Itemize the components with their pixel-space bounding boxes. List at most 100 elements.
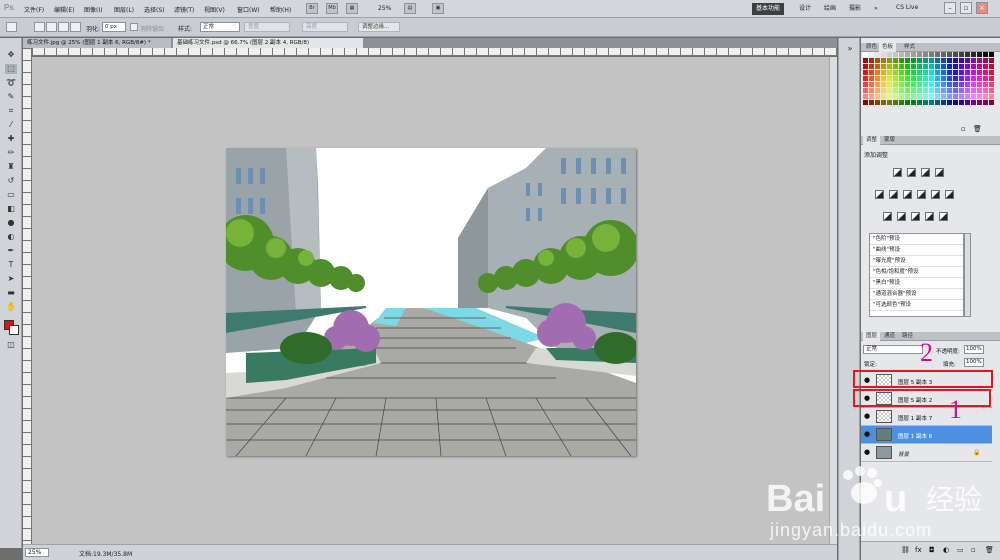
color-swatch[interactable] [917, 64, 922, 69]
color-swatch[interactable] [917, 70, 922, 75]
color-swatch[interactable] [911, 52, 916, 57]
brush-tool-icon[interactable]: ✏ [5, 148, 17, 158]
color-swatch[interactable] [875, 82, 880, 87]
color-swatch[interactable] [971, 70, 976, 75]
color-swatch[interactable] [905, 88, 910, 93]
workspace-photography[interactable]: 摄影 [845, 3, 865, 15]
color-swatch[interactable] [983, 82, 988, 87]
color-swatch[interactable] [893, 88, 898, 93]
color-swatch[interactable] [929, 88, 934, 93]
color-swatch[interactable] [959, 94, 964, 99]
color-swatch[interactable] [923, 82, 928, 87]
color-swatch[interactable] [893, 70, 898, 75]
background-color-swatch[interactable] [9, 325, 19, 335]
color-swatch[interactable] [881, 100, 886, 105]
dodge-tool-icon[interactable]: ◐ [5, 232, 17, 242]
color-swatch[interactable] [899, 70, 904, 75]
photo-filter-icon[interactable] [931, 190, 940, 199]
color-swatch[interactable] [947, 100, 952, 105]
color-swatch[interactable] [977, 88, 982, 93]
color-swatch[interactable] [917, 100, 922, 105]
color-swatch[interactable] [899, 58, 904, 63]
eyedropper-tool-icon[interactable]: ⁄ [5, 120, 17, 130]
color-swatch[interactable] [935, 94, 940, 99]
color-swatch[interactable] [971, 58, 976, 63]
color-swatch[interactable] [887, 100, 892, 105]
pen-tool-icon[interactable]: ✒ [5, 246, 17, 256]
color-swatch[interactable] [977, 82, 982, 87]
eraser-tool-icon[interactable]: ▭ [5, 190, 17, 200]
color-swatch[interactable] [911, 88, 916, 93]
color-swatch[interactable] [935, 64, 940, 69]
invert-icon[interactable] [883, 212, 892, 221]
posterize-icon[interactable] [897, 212, 906, 221]
color-swatch[interactable] [917, 76, 922, 81]
color-swatch[interactable] [893, 76, 898, 81]
menu-select[interactable]: 选择(S) [144, 5, 165, 14]
color-swatch[interactable] [899, 94, 904, 99]
menu-filter[interactable]: 滤镜(T) [174, 5, 194, 14]
path-select-tool-icon[interactable]: ➤ [5, 274, 17, 284]
layer-style-icon[interactable]: fx [915, 546, 922, 554]
intersect-selection-icon[interactable] [70, 22, 81, 32]
stamp-tool-icon[interactable]: ♜ [5, 162, 17, 172]
layer-row[interactable]: ● 背景 🔒 [861, 444, 992, 462]
color-swatch[interactable] [941, 70, 946, 75]
color-swatch[interactable] [953, 52, 958, 57]
color-swatch[interactable] [989, 64, 994, 69]
color-swatch[interactable] [965, 76, 970, 81]
color-swatch[interactable] [935, 88, 940, 93]
color-swatch[interactable] [899, 88, 904, 93]
color-swatch[interactable] [959, 82, 964, 87]
color-swatch[interactable] [875, 58, 880, 63]
color-swatch[interactable] [881, 82, 886, 87]
preset-list-scrollbar[interactable] [964, 233, 971, 317]
color-swatch[interactable] [911, 94, 916, 99]
color-swatch[interactable] [899, 100, 904, 105]
color-swatch[interactable] [971, 94, 976, 99]
color-swatch[interactable] [929, 64, 934, 69]
color-swatch[interactable] [881, 76, 886, 81]
color-swatch[interactable] [863, 94, 868, 99]
color-swatch[interactable] [941, 52, 946, 57]
color-swatch[interactable] [863, 58, 868, 63]
status-zoom-input[interactable]: 25% [25, 548, 49, 557]
color-swatch[interactable] [881, 88, 886, 93]
color-swatch[interactable] [905, 52, 910, 57]
color-swatch[interactable] [959, 64, 964, 69]
color-swatch[interactable] [881, 64, 886, 69]
lasso-tool-icon[interactable]: ➰ [5, 78, 17, 88]
color-swatch[interactable] [941, 82, 946, 87]
color-swatch[interactable] [881, 58, 886, 63]
color-swatch[interactable] [965, 100, 970, 105]
tab-swatches[interactable]: 色板 [879, 43, 897, 52]
color-swatch[interactable] [989, 88, 994, 93]
color-swatch[interactable] [911, 76, 916, 81]
color-swatch[interactable] [989, 52, 994, 57]
menu-window[interactable]: 窗口(W) [237, 5, 260, 14]
color-swatch[interactable] [911, 58, 916, 63]
tab-layers[interactable]: 图层 [863, 332, 881, 341]
color-swatch[interactable] [983, 70, 988, 75]
color-swatch[interactable] [905, 82, 910, 87]
color-swatch[interactable] [965, 52, 970, 57]
color-swatch[interactable] [875, 70, 880, 75]
color-swatch[interactable] [923, 88, 928, 93]
color-swatch[interactable] [899, 82, 904, 87]
color-swatch[interactable] [947, 88, 952, 93]
fill-input[interactable]: 100% [964, 358, 984, 367]
history-brush-icon[interactable]: ↺ [5, 176, 17, 186]
preset-black-white[interactable]: "黑白"预设 [870, 278, 963, 289]
color-swatch[interactable] [893, 58, 898, 63]
restore-icon[interactable]: ▫ [960, 2, 972, 14]
color-swatch[interactable] [875, 76, 880, 81]
color-swatch[interactable] [869, 82, 874, 87]
new-group-icon[interactable]: ▭ [957, 546, 964, 554]
layer-row[interactable]: ● 图层 1 副本 7 [861, 408, 992, 426]
color-swatch[interactable] [923, 100, 928, 105]
color-swatch[interactable] [965, 82, 970, 87]
menu-help[interactable]: 帮助(H) [270, 5, 291, 14]
brightness-icon[interactable] [893, 168, 902, 177]
color-balance-icon[interactable] [903, 190, 912, 199]
preset-curves[interactable]: "曲线"预设 [870, 245, 963, 256]
